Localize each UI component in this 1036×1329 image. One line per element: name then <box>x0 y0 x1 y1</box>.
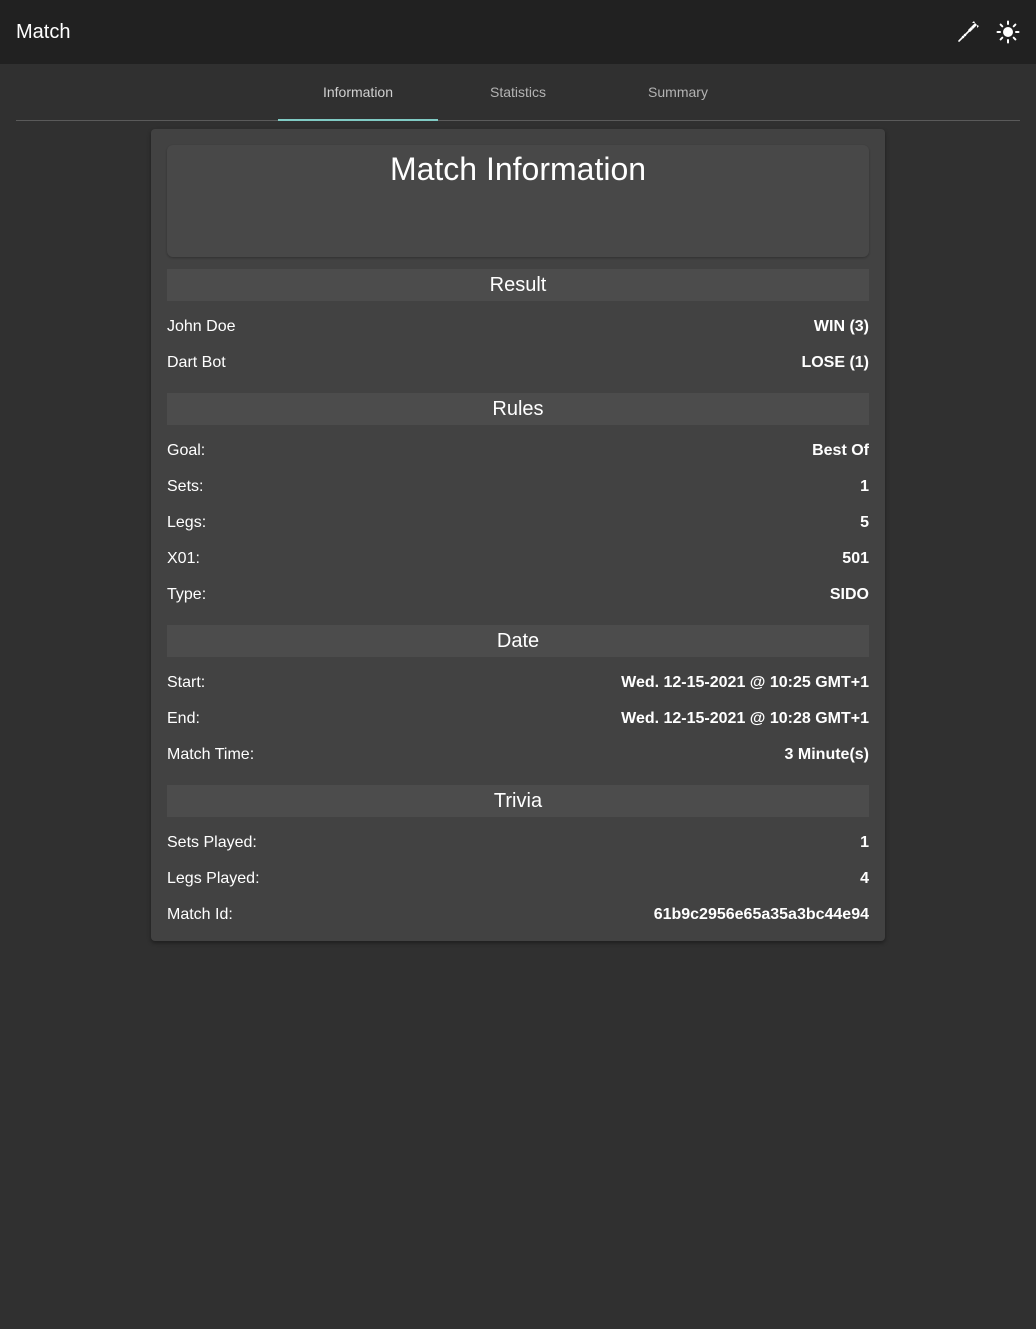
trivia-value: 4 <box>860 870 869 887</box>
section-header-rules: Rules <box>167 393 869 425</box>
trivia-row-legs-played: Legs Played: 4 <box>167 861 869 897</box>
rule-label: Goal: <box>167 442 206 459</box>
date-row-end: End: Wed. 12-15-2021 @ 10:28 GMT+1 <box>167 701 869 737</box>
date-value: 3 Minute(s) <box>784 746 869 763</box>
rule-row-x01: X01: 501 <box>167 541 869 577</box>
player-name: Dart Bot <box>167 354 226 371</box>
rule-label: Legs: <box>167 514 207 531</box>
date-row-start: Start: Wed. 12-15-2021 @ 10:25 GMT+1 <box>167 665 869 701</box>
section-header-trivia: Trivia <box>167 785 869 817</box>
player-name: John Doe <box>167 318 236 335</box>
app-toolbar: Match <box>0 0 1036 64</box>
trivia-row-sets-played: Sets Played: 1 <box>167 825 869 861</box>
rule-label: Sets: <box>167 478 204 495</box>
page-title: Match <box>16 20 71 43</box>
section-header-result: Result <box>167 269 869 301</box>
rule-row-legs: Legs: 5 <box>167 505 869 541</box>
section-header-date: Date <box>167 625 869 657</box>
result-row: Dart Bot LOSE (1) <box>167 345 869 381</box>
date-row-match-time: Match Time: 3 Minute(s) <box>167 737 869 773</box>
match-id-value: 61b9c2956e65a35a3bc44e94 <box>653 906 869 923</box>
date-label: End: <box>167 710 200 727</box>
dart-icon[interactable] <box>956 20 980 44</box>
tab-list: Information Statistics Summary <box>278 64 758 121</box>
trivia-rows: Sets Played: 1 Legs Played: 4 Match Id: … <box>167 817 869 933</box>
rule-row-goal: Goal: Best Of <box>167 433 869 469</box>
rule-value: Best Of <box>812 442 869 459</box>
rule-value: 5 <box>860 514 869 531</box>
player-result: LOSE (1) <box>801 354 869 371</box>
rule-value: 501 <box>842 550 869 567</box>
match-information-card: Match Information Result John Doe WIN (3… <box>151 129 885 941</box>
result-row: John Doe WIN (3) <box>167 309 869 345</box>
date-label: Start: <box>167 674 206 691</box>
card-title: Match Information <box>389 151 647 187</box>
tab-statistics[interactable]: Statistics <box>438 64 598 120</box>
rule-row-sets: Sets: 1 <box>167 469 869 505</box>
tab-summary[interactable]: Summary <box>598 64 758 120</box>
date-rows: Start: Wed. 12-15-2021 @ 10:25 GMT+1 End… <box>167 657 869 773</box>
trivia-label: Sets Played: <box>167 834 257 851</box>
player-result: WIN (3) <box>813 318 869 335</box>
card-header: Match Information <box>167 145 869 257</box>
tab-information[interactable]: Information <box>278 64 438 121</box>
rule-label: X01: <box>167 550 200 567</box>
trivia-value: 1 <box>860 834 869 851</box>
rule-row-type: Type: SIDO <box>167 577 869 613</box>
rules-rows: Goal: Best Of Sets: 1 Legs: 5 X01: 501 T… <box>167 425 869 613</box>
brightness-icon[interactable] <box>996 20 1020 44</box>
date-value: Wed. 12-15-2021 @ 10:25 GMT+1 <box>621 674 869 691</box>
tab-bar: Information Statistics Summary <box>16 64 1020 121</box>
trivia-row-match-id: Match Id: 61b9c2956e65a35a3bc44e94 <box>167 897 869 933</box>
result-rows: John Doe WIN (3) Dart Bot LOSE (1) <box>167 301 869 381</box>
rule-value: SIDO <box>829 586 869 603</box>
date-value: Wed. 12-15-2021 @ 10:28 GMT+1 <box>621 710 869 727</box>
rule-label: Type: <box>167 586 207 603</box>
date-label: Match Time: <box>167 746 255 763</box>
trivia-label: Match Id: <box>167 906 233 923</box>
trivia-label: Legs Played: <box>167 870 260 887</box>
rule-value: 1 <box>860 478 869 495</box>
